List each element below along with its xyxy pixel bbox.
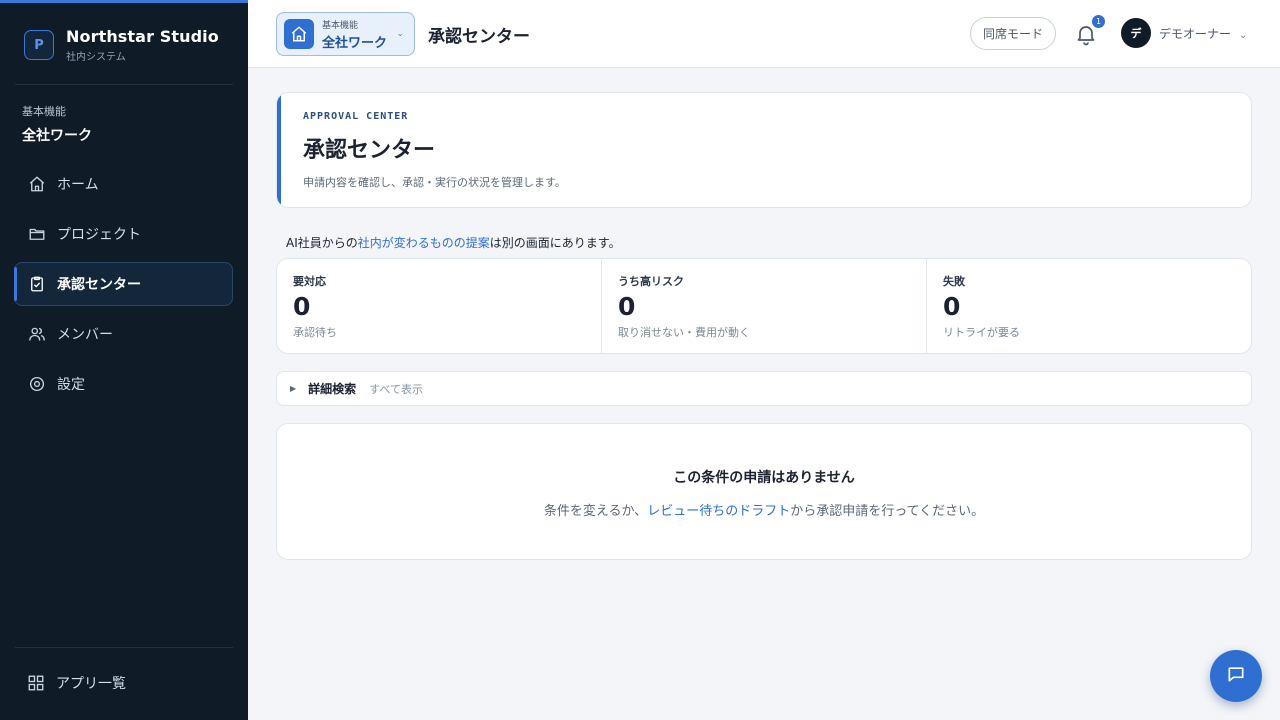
advanced-search-toggle[interactable]: ▶ 詳細検索 すべて表示 <box>276 371 1252 406</box>
gear-icon <box>28 375 46 393</box>
sidebar-item-label: プロジェクト <box>57 227 141 243</box>
review-drafts-link[interactable]: レビュー待ちのドラフト <box>647 504 790 519</box>
page-title: 承認センター <box>428 27 530 47</box>
sidebar-item-apps[interactable]: アプリ一覧 <box>27 673 126 693</box>
brand-logo: P <box>24 30 54 60</box>
sidebar-item-settings[interactable]: 設定 <box>14 362 233 406</box>
chevron-down-icon: ⌄ <box>1239 30 1248 41</box>
brand-name: Northstar Studio <box>66 27 219 46</box>
empty-state-description: 条件を変えるか、レビュー待ちのドラフトから承認申請を行ってください。 <box>277 500 1251 519</box>
workspace-name: 全社ワーク <box>322 35 388 51</box>
brand[interactable]: P Northstar Studio 社内システム <box>24 27 219 63</box>
top-header: 基本機能 全社ワーク ⌄ 承認センター 同席モード 1 デ デモオーナー ⌄ <box>248 0 1280 68</box>
sidebar-item-label: アプリ一覧 <box>56 676 126 692</box>
sidebar-nav: ホーム プロジェクト 承認センター メンバー 設定 <box>14 162 233 412</box>
notification-badge: 1 <box>1092 15 1105 28</box>
sidebar-item-home[interactable]: ホーム <box>14 162 233 206</box>
grid-icon <box>27 674 45 692</box>
user-name: デモオーナー <box>1159 26 1232 41</box>
clipboard-check-icon <box>28 275 46 293</box>
stat-label: 失敗 <box>943 275 965 288</box>
stat-high-risk[interactable]: うち高リスク 0 取り消せない・費用が動く <box>601 259 926 353</box>
home-icon <box>28 175 46 193</box>
notice-prefix: AI社員からの <box>286 236 358 250</box>
sidebar-section-label: 基本機能 <box>22 105 66 118</box>
sidebar-item-label: 承認センター <box>57 277 141 293</box>
advanced-search-summary: すべて表示 <box>369 382 423 396</box>
avatar: デ <box>1121 18 1151 48</box>
ai-proposal-notice: AI社員からの社内が変わるものの提案は別の画面にあります。 <box>286 234 621 251</box>
sidebar-top-accent <box>0 0 248 3</box>
stat-failed[interactable]: 失敗 0 リトライが要る <box>926 259 1251 353</box>
chat-icon <box>1226 664 1246 688</box>
presence-mode-button[interactable]: 同席モード <box>970 17 1056 50</box>
sidebar-item-label: 設定 <box>57 377 85 393</box>
stats-panel: 要対応 0 承認待ち うち高リスク 0 取り消せない・費用が動く 失敗 0 リト… <box>276 258 1252 354</box>
empty-state-title: この条件の申請はありません <box>673 470 855 486</box>
workspace-label: 基本機能 <box>322 20 359 31</box>
stat-sub: 承認待ち <box>293 326 337 339</box>
stat-value: 0 <box>943 292 961 321</box>
users-icon <box>28 325 46 343</box>
hero-title: 承認センター <box>303 138 436 163</box>
chat-button[interactable] <box>1210 650 1262 702</box>
brand-subtitle: 社内システム <box>66 52 126 63</box>
app-root: P Northstar Studio 社内システム 基本機能 全社ワーク ホーム… <box>0 0 1280 720</box>
stat-value: 0 <box>293 292 311 321</box>
stat-sub: リトライが要る <box>943 326 1020 339</box>
workspace-switcher[interactable]: 基本機能 全社ワーク ⌄ <box>276 12 415 56</box>
folder-icon <box>28 225 46 243</box>
sidebar-item-label: メンバー <box>57 327 113 343</box>
chevron-down-icon: ⌄ <box>396 29 404 39</box>
sidebar-workspace-name: 全社ワーク <box>22 128 92 144</box>
stat-label: 要対応 <box>293 275 326 288</box>
hero-description: 申請内容を確認し、承認・実行の状況を管理します。 <box>303 176 566 189</box>
empty-desc-prefix: 条件を変えるか、 <box>543 504 648 519</box>
sidebar-item-label: ホーム <box>57 177 99 193</box>
stat-sub: 取り消せない・費用が動く <box>618 326 750 339</box>
sidebar-item-projects[interactable]: プロジェクト <box>14 212 233 256</box>
sidebar-divider <box>15 84 233 85</box>
caret-right-icon: ▶ <box>290 384 297 393</box>
sidebar-divider <box>15 647 233 648</box>
notice-suffix: は別の画面にあります。 <box>489 236 621 250</box>
page-hero: APPROVAL CENTER 承認センター 申請内容を確認し、承認・実行の状況… <box>276 92 1252 208</box>
empty-desc-suffix: から承認申請を行ってください。 <box>790 504 985 519</box>
stat-label: うち高リスク <box>618 275 684 288</box>
stat-value: 0 <box>618 292 636 321</box>
stat-pending[interactable]: 要対応 0 承認待ち <box>277 259 601 353</box>
empty-state: この条件の申請はありません 条件を変えるか、レビュー待ちのドラフトから承認申請を… <box>276 423 1252 560</box>
sidebar-item-approval-center[interactable]: 承認センター <box>14 262 233 306</box>
sidebar-item-members[interactable]: メンバー <box>14 312 233 356</box>
home-icon <box>284 19 314 49</box>
advanced-search-title: 詳細検索 <box>308 382 357 396</box>
sidebar: P Northstar Studio 社内システム 基本機能 全社ワーク ホーム… <box>0 0 248 720</box>
ai-proposals-link[interactable]: 社内が変わるものの提案 <box>358 236 490 250</box>
user-menu[interactable]: デ デモオーナー ⌄ <box>1121 18 1247 48</box>
hero-eyebrow: APPROVAL CENTER <box>303 111 409 122</box>
